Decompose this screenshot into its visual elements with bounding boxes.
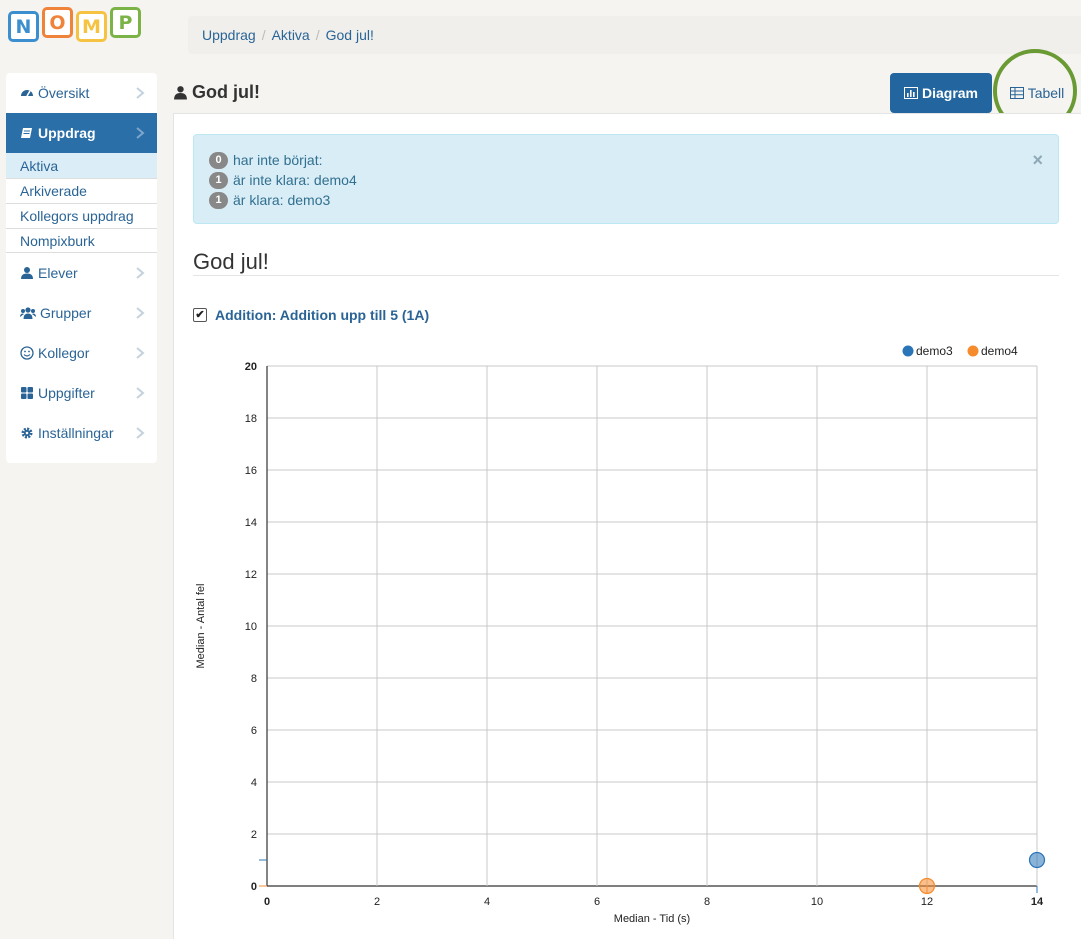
main-panel: 0 har inte börjat: 1 är inte klara: demo… bbox=[173, 113, 1081, 939]
breadcrumb: Uppdrag / Aktiva / God jul! bbox=[188, 16, 1081, 54]
status-alert: 0 har inte börjat: 1 är inte klara: demo… bbox=[193, 134, 1059, 224]
nomp-logo[interactable]: NOMP bbox=[8, 7, 141, 42]
sidebar-item-label: Kollegor bbox=[38, 345, 90, 361]
count-badge: 1 bbox=[209, 171, 228, 189]
breadcrumb-aktiva[interactable]: Aktiva bbox=[272, 27, 310, 43]
alert-row-text: är klara: demo3 bbox=[233, 192, 331, 208]
sidebar-item-installningar[interactable]: Inställningar bbox=[6, 413, 157, 453]
bar-chart-icon bbox=[903, 87, 918, 99]
subnav-item-arkiverade[interactable]: Arkiverade bbox=[6, 178, 157, 203]
alert-row-text: har inte börjat: bbox=[233, 152, 323, 168]
sidebar: Översikt Uppdrag Aktiva Arkiverade Kolle… bbox=[6, 73, 157, 463]
tabell-button[interactable]: Tabell bbox=[1002, 73, 1072, 113]
breadcrumb-current: God jul! bbox=[325, 27, 374, 43]
logo-tile: N bbox=[8, 11, 39, 42]
sidebar-item-label: Grupper bbox=[40, 305, 92, 321]
sidebar-item-label: Uppdrag bbox=[38, 125, 96, 141]
alert-row-finished: 1 är klara: demo3 bbox=[209, 190, 1058, 210]
sidebar-item-uppdrag[interactable]: Uppdrag bbox=[6, 113, 157, 153]
chevron-right-icon bbox=[136, 267, 145, 279]
book-icon bbox=[21, 128, 32, 138]
sidebar-item-label: Översikt bbox=[38, 85, 90, 101]
page-title: God jul! bbox=[173, 82, 260, 103]
breadcrumb-separator: / bbox=[261, 27, 266, 43]
breadcrumb-uppdrag[interactable]: Uppdrag bbox=[202, 27, 256, 43]
subnav-item-kollegors-uppdrag[interactable]: Kollegors uppdrag bbox=[6, 203, 157, 228]
chevron-right-icon bbox=[136, 87, 145, 99]
page-title-text: God jul! bbox=[192, 82, 260, 102]
task-label[interactable]: Addition: Addition upp till 5 (1A) bbox=[215, 307, 429, 323]
user-icon bbox=[21, 267, 33, 279]
count-badge: 1 bbox=[209, 191, 228, 209]
chevron-right-icon bbox=[136, 307, 145, 319]
chevron-right-icon bbox=[136, 347, 145, 359]
sidebar-item-label: Elever bbox=[38, 265, 78, 281]
sidebar-item-kollegor[interactable]: Kollegor bbox=[6, 333, 157, 373]
alert-row-not-started: 0 har inte börjat: bbox=[209, 150, 1058, 170]
sidebar-item-uppgifter[interactable]: Uppgifter bbox=[6, 373, 157, 413]
logo-tile: O bbox=[42, 7, 73, 38]
sidebar-item-oversikt[interactable]: Översikt bbox=[6, 73, 157, 113]
sidebar-item-grupper[interactable]: Grupper bbox=[6, 293, 157, 333]
sidebar-item-elever[interactable]: Elever bbox=[6, 253, 157, 293]
sidebar-item-label: Inställningar bbox=[38, 425, 114, 441]
chevron-right-icon bbox=[136, 427, 145, 439]
chevron-right-icon bbox=[136, 127, 145, 139]
chevron-right-icon bbox=[136, 387, 145, 399]
alert-row-not-finished: 1 är inte klara: demo4 bbox=[209, 170, 1058, 190]
users-icon bbox=[20, 307, 36, 319]
task-checkbox[interactable]: ✔ bbox=[193, 308, 207, 322]
logo-tile: P bbox=[110, 7, 141, 38]
grid-icon bbox=[21, 387, 33, 399]
subnav-item-nompixburk[interactable]: Nompixburk bbox=[6, 228, 157, 253]
diagram-button-label: Diagram bbox=[921, 85, 979, 101]
tabell-button-label: Tabell bbox=[1027, 85, 1065, 101]
count-badge: 0 bbox=[209, 151, 228, 169]
sidebar-subnav: Aktiva Arkiverade Kollegors uppdrag Nomp… bbox=[6, 153, 157, 253]
subnav-item-aktiva[interactable]: Aktiva bbox=[6, 153, 157, 178]
breadcrumb-separator: / bbox=[315, 27, 320, 43]
table-icon bbox=[1009, 87, 1024, 99]
logo-tile: M bbox=[76, 11, 107, 42]
dashboard-icon bbox=[21, 90, 33, 97]
alert-row-text: är inte klara: demo4 bbox=[233, 172, 357, 188]
close-icon[interactable]: × bbox=[1032, 150, 1043, 171]
smile-icon bbox=[20, 346, 34, 360]
user-icon bbox=[174, 86, 187, 100]
section-title: God jul! bbox=[193, 249, 1059, 276]
diagram-button[interactable]: Diagram bbox=[890, 73, 992, 113]
task-toggle[interactable]: ✔ Addition: Addition upp till 5 (1A) bbox=[193, 307, 429, 323]
gear-icon bbox=[21, 427, 33, 439]
sidebar-item-label: Uppgifter bbox=[38, 385, 95, 401]
